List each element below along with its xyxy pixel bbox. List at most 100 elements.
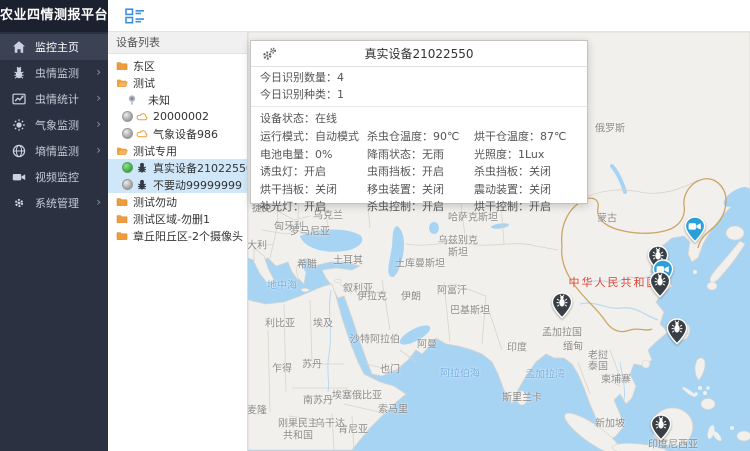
tree-item-label: 未知 bbox=[148, 92, 170, 108]
device-panel-header: 设备列表 bbox=[108, 32, 247, 54]
tree-item-label: 气象设备986 bbox=[153, 126, 218, 142]
menu-icon bbox=[12, 92, 26, 106]
detail-cell: 降雨状态：无雨 bbox=[367, 146, 474, 164]
detail-cell: 电池电量：0% bbox=[260, 146, 367, 164]
sidebar-item[interactable]: 监控主页 › bbox=[0, 34, 108, 60]
map-pin-icon bbox=[126, 94, 138, 106]
tree-item-icon bbox=[126, 94, 138, 106]
device-tree: 东区 测试 bbox=[108, 54, 247, 244]
sidebar-item-label: 视频监控 bbox=[35, 169, 79, 185]
popup-summary: 今日识别数量：4今日识别种类：1 bbox=[251, 67, 587, 107]
sidebar-item[interactable]: 虫情统计 › bbox=[0, 86, 108, 112]
insect-device-icon bbox=[136, 162, 148, 174]
device-marker[interactable] bbox=[649, 270, 671, 298]
sidebar-item-label: 虫情统计 bbox=[35, 91, 79, 107]
tree-item[interactable]: 气象设备986 bbox=[108, 125, 247, 142]
chevron-right-icon: › bbox=[96, 143, 101, 157]
tree-item-icon bbox=[116, 60, 128, 72]
status-dot bbox=[122, 179, 133, 190]
tree-item[interactable]: 测试专用 bbox=[108, 142, 247, 159]
menu-icon bbox=[12, 40, 26, 54]
menu-icon bbox=[12, 144, 26, 158]
detail-cell: 杀虫挡板：关闭 bbox=[474, 163, 587, 181]
folder-closed-icon bbox=[116, 60, 128, 72]
sidebar-item-label: 墒情监测 bbox=[35, 143, 79, 159]
detail-cell: 补光灯：开启 bbox=[260, 198, 367, 216]
device-panel: 设备列表 东区 bbox=[108, 32, 248, 451]
chart-icon bbox=[12, 92, 26, 106]
status-dot bbox=[122, 162, 133, 173]
device-marker[interactable] bbox=[650, 413, 672, 441]
folder-closed-icon bbox=[116, 213, 128, 225]
tree-item[interactable]: 东区 bbox=[108, 57, 247, 74]
tree-item-label: 测试专用 bbox=[133, 143, 177, 159]
detail-cell: 移虫装置：关闭 bbox=[367, 181, 474, 199]
detail-cell: 光照度：1Lux bbox=[474, 146, 587, 164]
sidebar-item[interactable]: 虫情监测 › bbox=[0, 60, 108, 86]
detail-cell: 诱虫灯：开启 bbox=[260, 163, 367, 181]
tree-item[interactable]: 章丘阳丘区-2个摄像头 bbox=[108, 227, 247, 244]
topbar bbox=[108, 0, 750, 32]
sidebar-menu: 监控主页 › 虫情监测 › bbox=[0, 32, 108, 216]
device-marker[interactable] bbox=[551, 291, 573, 319]
tree-item-label: 测试勿动 bbox=[133, 194, 177, 210]
detail-cell: 震动装置：关闭 bbox=[474, 181, 587, 199]
sidebar-item[interactable]: 气象监测 › bbox=[0, 112, 108, 138]
weather-icon bbox=[12, 118, 26, 132]
tree-item-icon bbox=[116, 145, 128, 157]
tree-item-icon bbox=[136, 128, 148, 140]
detail-cell: 烘干控制：开启 bbox=[474, 198, 587, 216]
insect-device-icon bbox=[136, 179, 148, 191]
tree-item-icon bbox=[116, 230, 128, 242]
chevron-right-icon: › bbox=[96, 91, 101, 105]
menu-icon bbox=[12, 196, 26, 210]
summary-row: 今日识别数量：4 bbox=[251, 69, 587, 86]
device-status-row: 设备状态：在线 bbox=[251, 107, 587, 127]
sidebar-item[interactable]: 墒情监测 › bbox=[0, 138, 108, 164]
sidebar-item-label: 气象监测 bbox=[35, 117, 79, 133]
video-icon bbox=[12, 170, 26, 184]
tree-item[interactable]: 测试区域-勿删1 bbox=[108, 210, 247, 227]
menu-icon bbox=[12, 66, 26, 80]
detail-cell: 杀虫仓温度：90℃ bbox=[367, 128, 474, 146]
detail-cell: 虫雨挡板：开启 bbox=[367, 163, 474, 181]
device-marker[interactable] bbox=[666, 317, 688, 345]
tree-item[interactable]: 不要动99999999 bbox=[108, 176, 247, 193]
globe-icon bbox=[12, 144, 26, 158]
folder-open-icon bbox=[116, 145, 128, 157]
tree-item[interactable]: 测试勿动 bbox=[108, 193, 247, 210]
tree-item[interactable]: 真实设备21022550 bbox=[108, 159, 247, 176]
gear-icon bbox=[12, 196, 26, 210]
popup-title: 真实设备21022550 bbox=[364, 45, 473, 62]
tree-item-label: 测试 bbox=[133, 75, 155, 91]
tree-item-label: 真实设备21022550 bbox=[153, 160, 247, 176]
sidebar-item-label: 虫情监测 bbox=[35, 65, 79, 81]
status-dot bbox=[122, 128, 133, 139]
tree-item-label: 东区 bbox=[133, 58, 155, 74]
settings-gears-icon[interactable] bbox=[261, 46, 277, 62]
chevron-right-icon: › bbox=[96, 195, 101, 209]
device-detail-grid: 运行模式：自动模式杀虫仓温度：90℃烘干仓温度：87℃电池电量：0%降雨状态：无… bbox=[251, 127, 587, 216]
sidebar-item[interactable]: 视频监控 › bbox=[0, 164, 108, 190]
tree-item[interactable]: 测试 bbox=[108, 74, 247, 91]
detail-cell: 杀虫控制：开启 bbox=[367, 198, 474, 216]
tree-item-icon bbox=[136, 162, 148, 174]
camera-glyph bbox=[689, 223, 701, 229]
menu-icon bbox=[12, 118, 26, 132]
device-marker[interactable] bbox=[684, 215, 706, 243]
tree-item-icon bbox=[136, 111, 148, 123]
detail-cell: 烘干挡板：关闭 bbox=[260, 181, 367, 199]
menu-icon bbox=[12, 170, 26, 184]
popup-header: 真实设备21022550 bbox=[251, 41, 587, 67]
tree-item-icon bbox=[116, 213, 128, 225]
tree-view-icon[interactable] bbox=[125, 8, 145, 24]
tree-item[interactable]: 20000002 bbox=[108, 108, 247, 125]
sidebar-item[interactable]: 系统管理 › bbox=[0, 190, 108, 216]
detail-cell: 烘干仓温度：87℃ bbox=[474, 128, 587, 146]
app-title: 农业四情测报平台 bbox=[0, 0, 108, 32]
tree-item-icon bbox=[136, 179, 148, 191]
bug-icon bbox=[12, 66, 26, 80]
tree-item[interactable]: 未知 bbox=[108, 91, 247, 108]
weather-station-icon bbox=[136, 128, 148, 140]
tree-item-label: 20000002 bbox=[153, 110, 209, 123]
